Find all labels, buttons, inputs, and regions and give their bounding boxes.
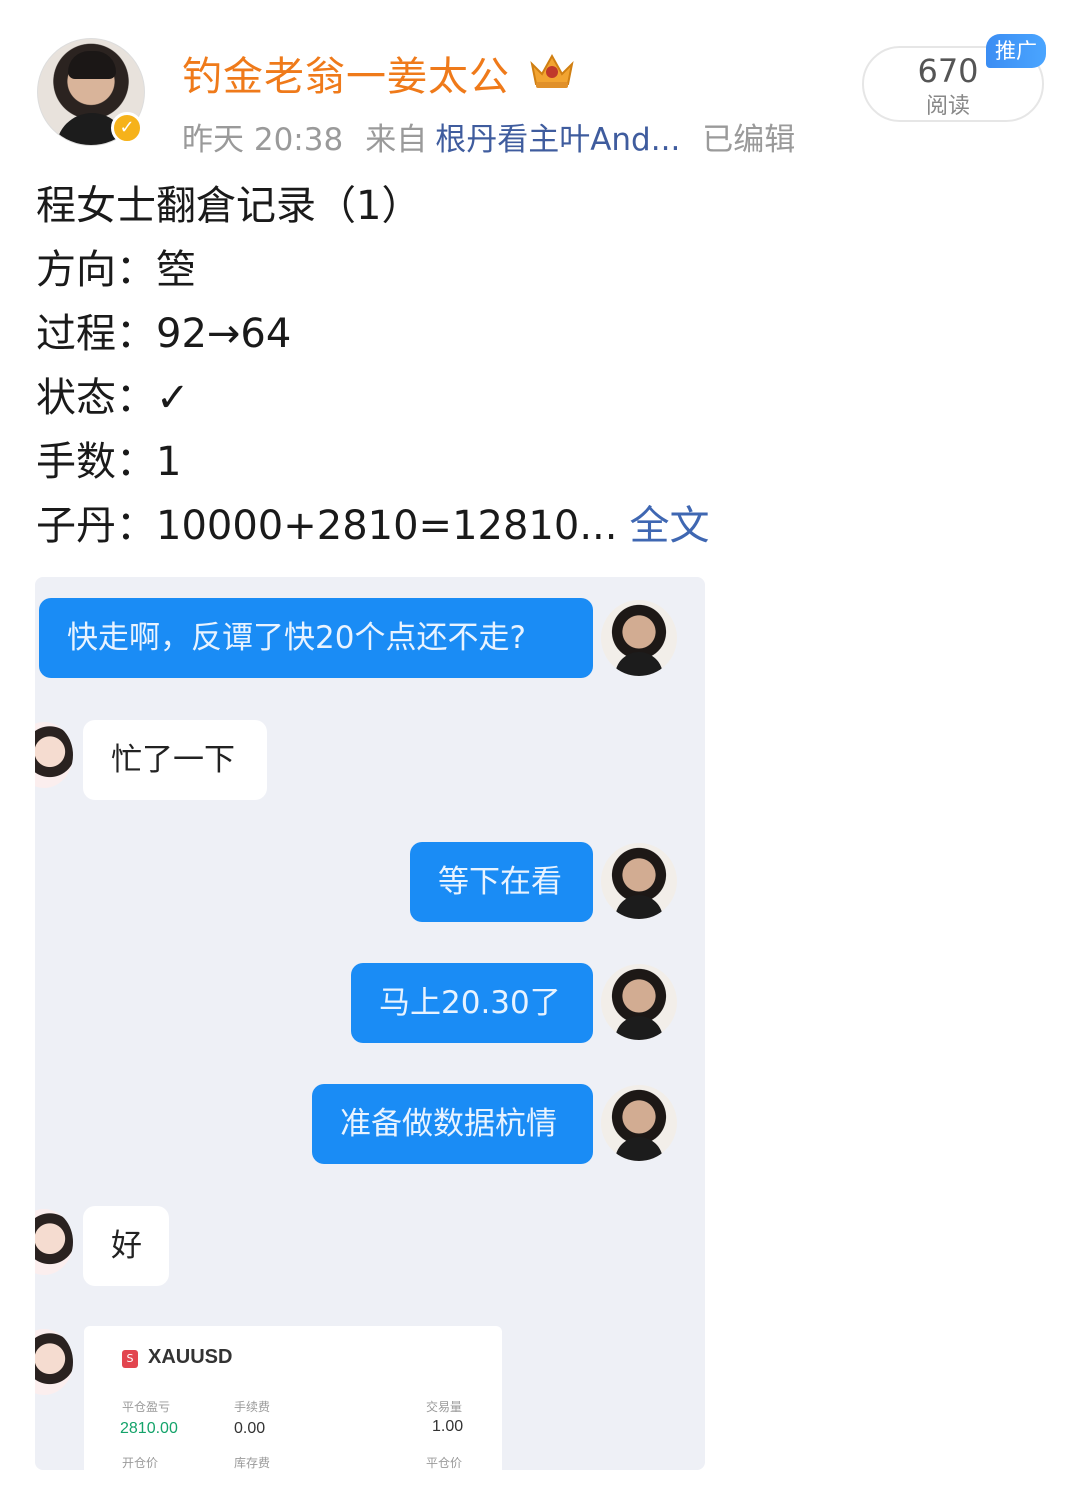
edited-label[interactable]: 已编辑 [702, 122, 795, 158]
post-header: ✓ 钓金老翁一姜太公 昨天 20:38 来自 根丹看主叶And... 已编辑 670 … [0, 0, 1080, 170]
volume-label: 交易量 [426, 1400, 463, 1414]
close-price-label: 平仓价 [426, 1456, 463, 1470]
post-body: 程女士翻倉记录（1） 方向：箜 过程：92→64 状态：✓ 手数：1 子丹：10… [36, 178, 1036, 562]
promote-badge[interactable]: 推广 [986, 34, 1046, 68]
broker-logo-icon: S [122, 1350, 138, 1368]
chat-message-in: 好 [83, 1206, 169, 1286]
chat-avatar-receiver [35, 1209, 73, 1275]
crown-badge-icon[interactable] [528, 50, 576, 90]
verified-badge-icon: ✓ [111, 112, 143, 144]
chat-message-out: 马上20.30了 [351, 963, 593, 1043]
chat-avatar-receiver [35, 1329, 73, 1395]
chat-avatar-sender [601, 600, 677, 676]
volume-value: 1.00 [432, 1418, 464, 1435]
post-line-result: 子丹：10000+2810=12810... 全文 [36, 498, 1036, 562]
trade-symbol: XAUUSD [148, 1346, 233, 1368]
pnl-value: 2810.00 [120, 1420, 178, 1437]
chat-avatar-receiver [35, 722, 73, 788]
pnl-label: 平仓盈亏 [122, 1400, 171, 1414]
chat-message-in: 忙了一下 [83, 720, 267, 800]
result-text: 子丹：10000+2810=12810... [36, 503, 618, 549]
chat-message-out: 快走啊，反谭了快20个点还不走? [39, 598, 593, 678]
fee-value: 0.00 [234, 1420, 266, 1437]
chat-avatar-sender [601, 964, 677, 1040]
post-line-direction: 方向：箜 [36, 247, 196, 293]
chat-message-out: 等下在看 [410, 842, 593, 922]
post-time: 昨天 20:38 [182, 122, 344, 158]
source-prefix: 来自 [365, 122, 428, 158]
post-line-status: 状态：✓ [36, 375, 190, 421]
post-line-lots: 手数：1 [36, 439, 182, 485]
trade-receipt-card: S XAUUSD 平仓盈亏 手续费 交易量 2810.00 0.00 1.00 … [84, 1326, 502, 1470]
post-line-process: 过程：92→64 [36, 311, 292, 357]
read-label: 阅读 [925, 94, 970, 119]
post-meta: 昨天 20:38 来自 根丹看主叶And... 已编辑 [182, 114, 817, 159]
fee-label: 手续费 [234, 1400, 271, 1414]
author-name[interactable]: 钓金老翁一姜太公 [182, 44, 510, 102]
author-avatar[interactable]: ✓ [37, 38, 145, 146]
chat-screenshot-image[interactable]: 快走啊，反谭了快20个点还不走? 忙了一下 等下在看 马上20.30了 准备做数… [35, 577, 705, 1470]
chat-avatar-sender [601, 843, 677, 919]
chat-avatar-sender [601, 1085, 677, 1161]
chat-message-out: 准备做数据杭情 [312, 1084, 593, 1164]
open-price-label: 开仓价 [122, 1456, 159, 1470]
post-line-title: 程女士翻倉记录（1） [36, 183, 422, 229]
full-text-link[interactable]: 全文 [629, 503, 709, 549]
post-source-link[interactable]: 根丹看主叶And... [435, 122, 680, 158]
swap-label: 库存费 [234, 1456, 271, 1470]
